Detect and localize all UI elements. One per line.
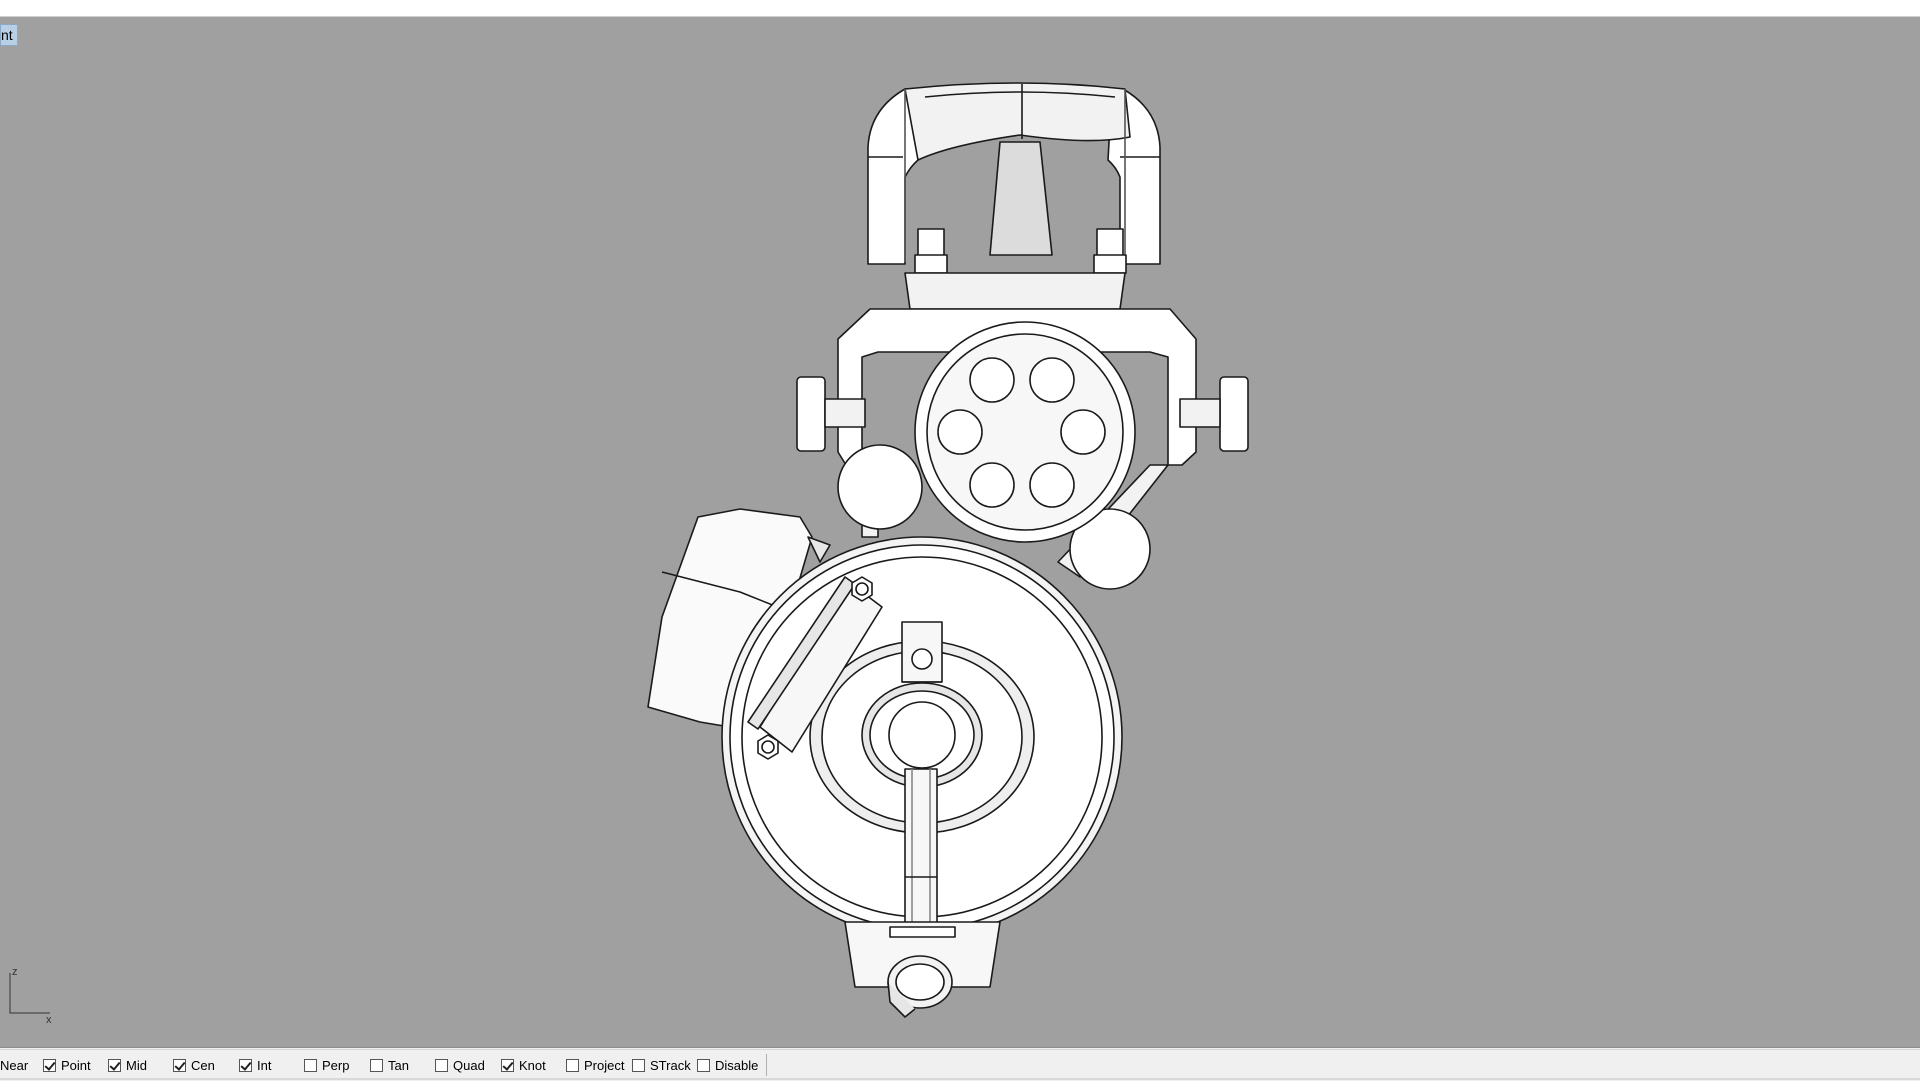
- osnap-disable-label: Disable: [715, 1058, 759, 1073]
- osnap-knot-label: Knot: [519, 1058, 546, 1073]
- statusbar-separator: [766, 1054, 767, 1076]
- osnap-strack-checkbox[interactable]: [632, 1059, 645, 1072]
- osnap-project-label: Project: [584, 1058, 625, 1073]
- handle-stalk: [989, 141, 1053, 256]
- osnap-project[interactable]: Project: [566, 1056, 624, 1076]
- osnap-quad[interactable]: Quad: [435, 1056, 485, 1076]
- osnap-mid-checkbox[interactable]: [108, 1059, 121, 1072]
- osnap-near-label: Near: [0, 1058, 29, 1073]
- osnap-int-checkbox[interactable]: [239, 1059, 252, 1072]
- rear-bulge-left: [837, 444, 923, 530]
- world-axis-icon: z x: [9, 966, 52, 1025]
- engine-model-render[interactable]: [0, 17, 1920, 1047]
- osnap-perp-label: Perp: [322, 1058, 350, 1073]
- osnap-project-checkbox[interactable]: [566, 1059, 579, 1072]
- osnap-tan-label: Tan: [388, 1058, 409, 1073]
- right-knob-shaft: [1179, 398, 1221, 428]
- osnap-perp-checkbox[interactable]: [304, 1059, 317, 1072]
- osnap-cen[interactable]: Cen: [173, 1056, 215, 1076]
- axis-z-label: z: [12, 966, 18, 978]
- osnap-mid-label: Mid: [126, 1058, 147, 1073]
- osnap-strack[interactable]: STrack: [632, 1056, 691, 1076]
- osnap-knot-checkbox[interactable]: [501, 1059, 514, 1072]
- osnap-point-label: Point: [61, 1058, 91, 1073]
- osnap-point-checkbox[interactable]: [43, 1059, 56, 1072]
- osnap-knot[interactable]: Knot: [501, 1056, 546, 1076]
- osnap-cen-checkbox[interactable]: [173, 1059, 186, 1072]
- osnap-quad-label: Quad: [453, 1058, 485, 1073]
- window-top-strip: [0, 0, 1920, 17]
- cross-plate: [904, 272, 1126, 310]
- left-knob-shaft: [824, 398, 866, 428]
- osnap-point[interactable]: Point: [43, 1056, 91, 1076]
- osnap-tan[interactable]: Tan: [370, 1056, 409, 1076]
- osnap-mid[interactable]: Mid: [108, 1056, 147, 1076]
- axis-x-label: x: [46, 1014, 52, 1025]
- osnap-strack-label: STrack: [650, 1058, 691, 1073]
- osnap-tan-checkbox[interactable]: [370, 1059, 383, 1072]
- osnap-disable[interactable]: Disable: [697, 1056, 758, 1076]
- osnap-cen-label: Cen: [191, 1058, 215, 1073]
- barrel-cluster: [914, 321, 1136, 543]
- left-knob: [796, 376, 826, 452]
- right-knob: [1219, 376, 1249, 452]
- front-viewport[interactable]: nt z x: [0, 17, 1920, 1048]
- osnap-int-label: Int: [257, 1058, 272, 1073]
- vertical-tube: [901, 621, 943, 950]
- osnap-statusbar: Near Point Mid Cen Int Perp Tan Quad Kno…: [0, 1049, 1920, 1081]
- osnap-perp[interactable]: Perp: [304, 1056, 349, 1076]
- bottom-nozzle: [887, 955, 953, 1018]
- osnap-disable-checkbox[interactable]: [697, 1059, 710, 1072]
- osnap-int[interactable]: Int: [239, 1056, 271, 1076]
- osnap-near[interactable]: Near: [0, 1056, 28, 1076]
- osnap-quad-checkbox[interactable]: [435, 1059, 448, 1072]
